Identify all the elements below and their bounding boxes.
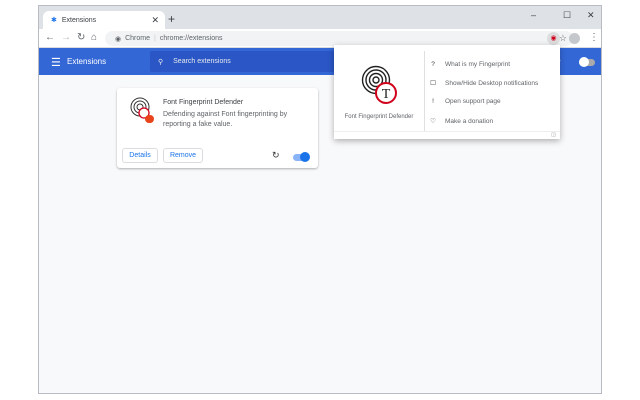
menu-item-donation[interactable]: ♡ Make a donation [430, 117, 494, 126]
extension-name: Font Fingerprint Defender [163, 99, 244, 106]
popup-extension-name: Font Fingerprint Defender [344, 114, 414, 120]
popup-footer-divider [334, 131, 560, 132]
avatar[interactable] [569, 33, 580, 44]
reload-icon[interactable]: ↻ [77, 32, 85, 43]
tab-extensions[interactable]: ✱ Extensions ✕ [43, 11, 165, 29]
menu-item-notifications[interactable]: ☐ Show/Hide Desktop notifications [430, 79, 539, 88]
extension-description: Defending against Font fingerprinting by… [163, 111, 288, 128]
extension-card: Font Fingerprint Defender Defending agai… [117, 88, 318, 168]
tab-strip: ✱ Extensions ✕ + – ☐ ✕ [39, 6, 601, 29]
tab-title: Extensions [61, 16, 97, 24]
question-icon: ? [431, 61, 435, 68]
omnibox[interactable]: ◉ Chrome | chrome://extensions ☆ [105, 31, 573, 46]
reload-extension-icon[interactable]: ↻ [272, 150, 280, 161]
forward-icon[interactable]: → [61, 32, 71, 43]
home-icon[interactable]: ⌂ [91, 32, 97, 43]
close-window-button[interactable]: ✕ [587, 10, 595, 21]
close-tab-icon[interactable]: ✕ [151, 15, 159, 26]
minimize-button[interactable]: – [531, 10, 536, 20]
extension-logo-icon [130, 97, 154, 123]
new-tab-button[interactable]: + [168, 12, 175, 26]
extension-icon[interactable]: ◉ [547, 32, 560, 45]
search-icon: ⚲ [158, 58, 164, 66]
menu-icon[interactable]: ⋮ [589, 32, 599, 43]
omnibox-url: chrome://extensions [159, 35, 223, 42]
star-icon[interactable]: ☆ [559, 33, 567, 44]
browser-window: ✱ Extensions ✕ + – ☐ ✕ ← → ↻ ⌂ ◉ Chrome … [38, 5, 602, 394]
omnibox-scheme: Chrome [125, 35, 151, 42]
menu-item-label: Show/Hide Desktop notifications [445, 79, 539, 87]
menu-item-support[interactable]: ! Open support page [430, 98, 501, 105]
svg-text:T: T [382, 87, 391, 102]
fingerprint-logo-icon: T [361, 65, 397, 104]
page-title: Extensions [67, 57, 107, 66]
heart-icon: ♡ [430, 118, 436, 125]
developer-mode-toggle[interactable] [579, 57, 595, 67]
details-button[interactable]: Details [122, 148, 158, 163]
resize-icon[interactable]: ◲ [551, 132, 556, 138]
exclamation-icon: ! [432, 98, 434, 105]
menu-item-fingerprint[interactable]: ? What is my Fingerprint [430, 61, 510, 68]
checkbox-icon[interactable]: ☐ [430, 79, 436, 87]
extension-popup: T Font Fingerprint Defender ? What is my … [334, 45, 560, 139]
maximize-button[interactable]: ☐ [563, 10, 571, 21]
hamburger-icon[interactable]: ☰ [51, 56, 61, 69]
menu-item-label: Open support page [445, 98, 501, 105]
menu-item-label: What is my Fingerprint [445, 61, 511, 68]
remove-button[interactable]: Remove [163, 148, 203, 163]
puzzle-icon: ✱ [51, 17, 57, 24]
enable-toggle[interactable] [293, 152, 310, 162]
popup-divider [424, 51, 425, 131]
back-icon[interactable]: ← [45, 32, 55, 43]
menu-item-label: Make a donation [445, 117, 494, 125]
chrome-icon: ◉ [115, 35, 122, 43]
search-placeholder: Search extensions [173, 58, 231, 65]
